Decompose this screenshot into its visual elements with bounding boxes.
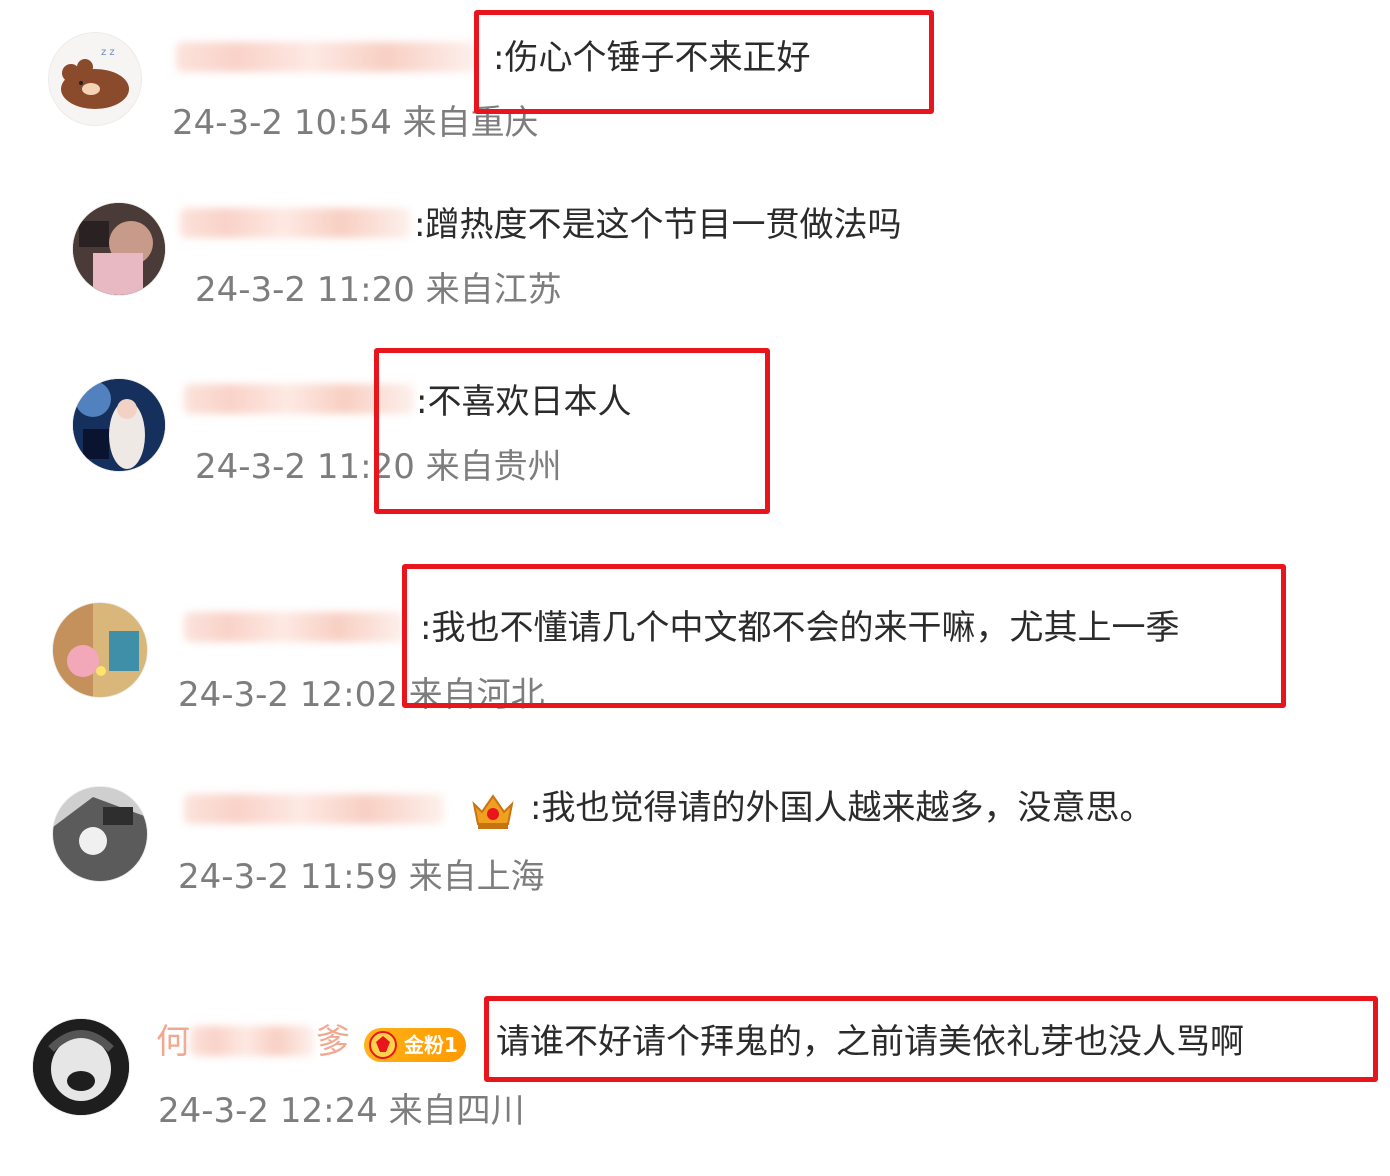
- comment-text: 请谁不好请个拜鬼的，之前请美依礼芽也没人骂啊: [496, 1022, 1244, 1062]
- photo-avatar-icon: [33, 1019, 129, 1115]
- username-start[interactable]: 何: [156, 1022, 190, 1062]
- username-blurred[interactable]: [180, 208, 410, 238]
- photo-avatar-icon: [73, 379, 165, 471]
- avatar[interactable]: z z: [48, 32, 142, 126]
- svg-text:z z: z z: [101, 47, 115, 58]
- photo-avatar-icon: [53, 787, 147, 881]
- avatar[interactable]: [52, 602, 148, 698]
- username-blurred[interactable]: [184, 794, 444, 824]
- username-blurred[interactable]: [190, 1026, 314, 1056]
- comment-2: :蹭热度不是这个节目一贯做法吗 24-3-2 11:20 来自江苏: [0, 180, 1390, 360]
- comment-meta: 24-3-2 12:24 来自四川: [158, 1091, 525, 1131]
- comment-meta: 24-3-2 11:20 来自贵州: [195, 447, 562, 487]
- comment-text: :蹭热度不是这个节目一贯做法吗: [414, 205, 902, 245]
- comment-5: :我也觉得请的外国人越来越多，没意思。 24-3-2 11:59 来自上海: [0, 760, 1390, 940]
- comment-meta: 24-3-2 11:20 来自江苏: [195, 270, 562, 310]
- fan-badge: 金粉1: [364, 1028, 466, 1062]
- comment-6: 何 爹 金粉1 请谁不好请个拜鬼的，之前请美依礼芽也没人骂啊 24-3-2 12…: [0, 996, 1390, 1176]
- comment-3: :不喜欢日本人 24-3-2 11:20 来自贵州: [0, 360, 1390, 540]
- comment-text: :不喜欢日本人: [416, 382, 632, 422]
- comment-meta: 24-3-2 11:59 来自上海: [178, 857, 545, 897]
- comment-1: z z :伤心个锤子不来正好 24-3-2 10:54 来自重庆: [0, 0, 1390, 180]
- comment-meta: 24-3-2 10:54 来自重庆: [172, 103, 539, 143]
- bear-avatar-icon: z z: [61, 47, 129, 109]
- comment-meta: 24-3-2 12:02 来自河北: [178, 675, 545, 715]
- username-blurred[interactable]: [176, 42, 476, 72]
- avatar[interactable]: [52, 786, 148, 882]
- avatar[interactable]: [32, 1018, 130, 1116]
- medal-icon: [369, 1031, 397, 1059]
- username-end[interactable]: 爹: [316, 1022, 350, 1062]
- comment-text: :伤心个锤子不来正好: [493, 38, 811, 78]
- photo-avatar-icon: [73, 203, 165, 295]
- username-blurred[interactable]: [184, 384, 414, 414]
- photo-avatar-icon: [53, 603, 147, 697]
- comment-4: :我也不懂请几个中文都不会的来干嘛，尤其上一季 24-3-2 12:02 来自河…: [0, 580, 1390, 760]
- username-blurred[interactable]: [184, 612, 404, 642]
- avatar[interactable]: [72, 202, 166, 296]
- comment-text: :我也觉得请的外国人越来越多，没意思。: [530, 788, 1154, 828]
- fan-badge-label: 金粉1: [404, 1033, 458, 1057]
- avatar[interactable]: [72, 378, 166, 472]
- crown-badge-icon: [468, 788, 518, 832]
- comment-text: :我也不懂请几个中文都不会的来干嘛，尤其上一季: [420, 608, 1180, 648]
